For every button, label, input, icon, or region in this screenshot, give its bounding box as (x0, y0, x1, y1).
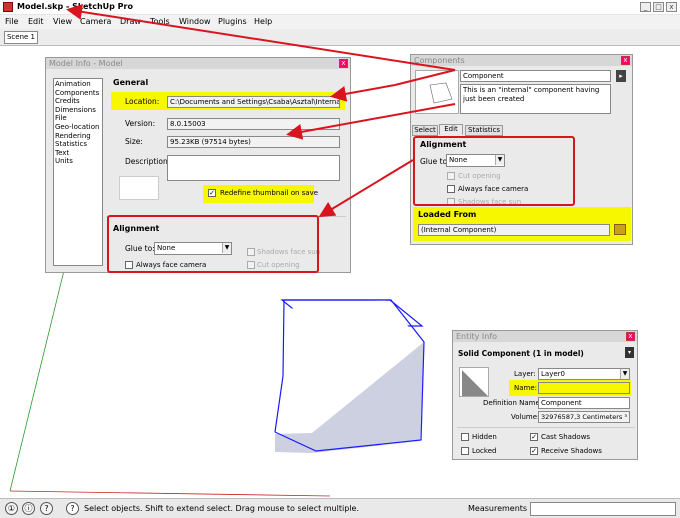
measurements-label: Measurements (468, 504, 528, 513)
status-message: Select objects. Shift to extend select. … (84, 504, 360, 513)
arrow-to-redefine (286, 103, 456, 140)
annotation-arrows (66, 3, 456, 218)
measurements-input[interactable] (530, 502, 676, 516)
credits-icon[interactable]: ⓘ (22, 502, 35, 515)
help-circle-icon[interactable]: ? (40, 502, 53, 515)
geo-location-icon[interactable]: ① (5, 502, 18, 515)
arrow-to-alignment (318, 159, 414, 218)
instructor-icon[interactable]: ? (66, 502, 79, 515)
status-bar: ① ⓘ ? ? Select objects. Shift to extend … (0, 498, 680, 518)
arrow-to-title (66, 3, 456, 71)
arrow-to-location (394, 69, 456, 86)
